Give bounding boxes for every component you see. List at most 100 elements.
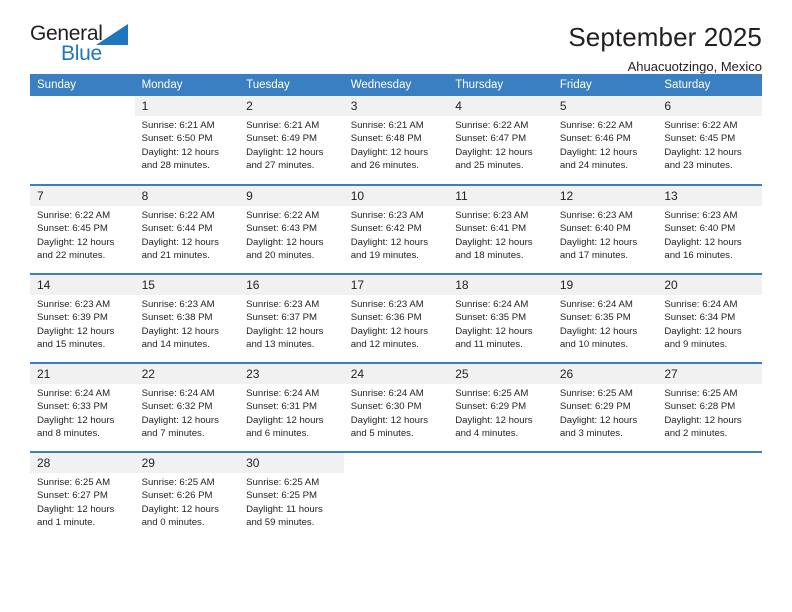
day-cell[interactable]: 9 Sunrise: 6:22 AM Sunset: 6:43 PM Daylight… <box>239 186 344 273</box>
sunset-text: Sunset: 6:48 PM <box>350 133 422 145</box>
day-cell[interactable]: 3 Sunrise: 6:21 AM Sunset: 6:48 PM Daylight… <box>343 96 449 184</box>
day-cell[interactable]: 6 Sunrise: 6:22 AM Sunset: 6:45 PM Daylight… <box>657 96 762 184</box>
daylight-text: Daylight: 12 hours and 21 minutes. <box>141 236 219 262</box>
day-cell[interactable]: 25 Sunrise: 6:25 AM Sunset: 6:29 PM Dayligh… <box>448 364 553 451</box>
daylight-text: Daylight: 12 hours and 3 minutes. <box>559 414 638 440</box>
day-cell[interactable]: 19 Sunrise: 6:24 AM Sunset: 6:35 PM Dayligh… <box>552 275 658 362</box>
day-number: 5 <box>552 96 658 116</box>
sunset-text: Sunset: 6:40 PM <box>664 223 736 235</box>
day-cell[interactable]: 16 Sunrise: 6:23 AM Sunset: 6:37 PM Dayligh… <box>239 275 344 362</box>
calendar-week-row: 1 Sunrise: 6:21 AM Sunset: 6:50 PM Daylight… <box>30 96 762 185</box>
sunset-text: Sunset: 6:50 PM <box>141 133 213 145</box>
sunrise-text: Sunrise: 6:25 AM <box>141 477 215 488</box>
day-cell[interactable]: 30 Sunrise: 6:25 AM Sunset: 6:25 PM Dayligh… <box>239 453 344 541</box>
calendar-cell: 11 Sunrise: 6:23 AM Sunset: 6:41 PM Dayligh… <box>448 184 553 274</box>
sunrise-text: Sunrise: 6:23 AM <box>350 210 424 221</box>
sunset-text: Sunset: 6:39 PM <box>37 312 108 324</box>
day-cell[interactable]: 27 Sunrise: 6:25 AM Sunset: 6:28 PM Dayligh… <box>657 364 762 451</box>
day-cell[interactable]: 13 Sunrise: 6:23 AM Sunset: 6:40 PM Dayligh… <box>657 186 762 273</box>
calendar-cell <box>552 451 658 541</box>
calendar-cell: 19 Sunrise: 6:24 AM Sunset: 6:35 PM Dayligh… <box>552 273 658 363</box>
daylight-text: Daylight: 12 hours and 13 minutes. <box>246 325 324 351</box>
sunrise-text: Sunrise: 6:25 AM <box>246 477 320 488</box>
day-number: 19 <box>552 275 658 295</box>
sunrise-text: Sunrise: 6:24 AM <box>559 299 633 310</box>
day-cell[interactable]: 5 Sunrise: 6:22 AM Sunset: 6:46 PM Daylight… <box>552 96 658 184</box>
day-details: Sunrise: 6:22 AM Sunset: 6:47 PM Daylight:… <box>448 116 553 173</box>
day-cell[interactable]: 2 Sunrise: 6:21 AM Sunset: 6:49 PM Daylight… <box>239 96 344 184</box>
day-cell[interactable]: 14 Sunrise: 6:23 AM Sunset: 6:39 PM Dayligh… <box>30 275 135 362</box>
daylight-text: Daylight: 12 hours and 24 minutes. <box>559 146 638 172</box>
sunset-text: Sunset: 6:30 PM <box>350 401 422 413</box>
day-number: 4 <box>448 96 553 116</box>
calendar-cell <box>657 451 762 541</box>
day-cell[interactable]: 29 Sunrise: 6:25 AM Sunset: 6:26 PM Dayligh… <box>134 453 240 541</box>
day-cell[interactable]: 26 Sunrise: 6:25 AM Sunset: 6:29 PM Dayligh… <box>552 364 658 451</box>
calendar-cell: 18 Sunrise: 6:24 AM Sunset: 6:35 PM Dayligh… <box>448 273 553 363</box>
day-number: 6 <box>657 96 762 116</box>
sunrise-text: Sunrise: 6:24 AM <box>350 388 424 399</box>
sunrise-text: Sunrise: 6:24 AM <box>141 388 215 399</box>
calendar-page: General Blue September 2025 Ahuacuotzing… <box>0 0 792 612</box>
day-cell[interactable]: 11 Sunrise: 6:23 AM Sunset: 6:41 PM Dayligh… <box>448 186 553 273</box>
day-cell[interactable]: 15 Sunrise: 6:23 AM Sunset: 6:38 PM Dayligh… <box>134 275 240 362</box>
sunset-text: Sunset: 6:28 PM <box>664 401 736 413</box>
daylight-text: Daylight: 12 hours and 12 minutes. <box>350 325 429 351</box>
day-cell[interactable]: 28 Sunrise: 6:25 AM Sunset: 6:27 PM Dayligh… <box>30 453 135 541</box>
day-cell[interactable]: 23 Sunrise: 6:24 AM Sunset: 6:31 PM Dayligh… <box>239 364 344 451</box>
sunrise-text: Sunrise: 6:22 AM <box>664 120 738 131</box>
calendar-week-row: 28 Sunrise: 6:25 AM Sunset: 6:27 PM Dayligh… <box>30 451 762 541</box>
day-number <box>30 96 135 116</box>
daylight-text: Daylight: 12 hours and 8 minutes. <box>37 414 115 440</box>
day-cell[interactable]: 20 Sunrise: 6:24 AM Sunset: 6:34 PM Dayligh… <box>657 275 762 362</box>
day-details: Sunrise: 6:22 AM Sunset: 6:45 PM Daylight:… <box>657 116 762 173</box>
day-cell[interactable]: 17 Sunrise: 6:23 AM Sunset: 6:36 PM Dayligh… <box>343 275 449 362</box>
sunrise-text: Sunrise: 6:22 AM <box>37 210 111 221</box>
day-cell[interactable]: 18 Sunrise: 6:24 AM Sunset: 6:35 PM Dayligh… <box>448 275 553 362</box>
sunrise-text: Sunrise: 6:22 AM <box>455 120 529 131</box>
calendar-week-row: 21 Sunrise: 6:24 AM Sunset: 6:33 PM Dayligh… <box>30 362 762 452</box>
sunset-text: Sunset: 6:45 PM <box>37 223 108 235</box>
day-cell[interactable]: 12 Sunrise: 6:23 AM Sunset: 6:40 PM Dayligh… <box>552 186 658 273</box>
weekday-header-wednesday: Wednesday <box>343 74 449 96</box>
daylight-text: Daylight: 12 hours and 18 minutes. <box>455 236 533 262</box>
calendar-cell: 12 Sunrise: 6:23 AM Sunset: 6:40 PM Dayligh… <box>552 184 658 274</box>
calendar-cell: 23 Sunrise: 6:24 AM Sunset: 6:31 PM Dayligh… <box>239 362 344 452</box>
day-cell[interactable]: 24 Sunrise: 6:24 AM Sunset: 6:30 PM Dayligh… <box>343 364 449 451</box>
calendar-cell: 3 Sunrise: 6:21 AM Sunset: 6:48 PM Daylight… <box>343 96 449 185</box>
sunset-text: Sunset: 6:45 PM <box>664 133 736 145</box>
daylight-text: Daylight: 12 hours and 20 minutes. <box>246 236 324 262</box>
day-number: 23 <box>239 364 344 384</box>
day-number: 26 <box>552 364 658 384</box>
sunrise-text: Sunrise: 6:23 AM <box>350 299 424 310</box>
logo-text-blue: Blue <box>61 42 102 65</box>
sunrise-text: Sunrise: 6:22 AM <box>246 210 320 221</box>
daylight-text: Daylight: 12 hours and 19 minutes. <box>350 236 429 262</box>
day-cell[interactable]: 21 Sunrise: 6:24 AM Sunset: 6:33 PM Dayligh… <box>30 364 135 451</box>
day-details: Sunrise: 6:24 AM Sunset: 6:35 PM Daylight:… <box>448 295 553 352</box>
general-blue-logo[interactable]: General Blue <box>30 22 140 68</box>
calendar-cell: 6 Sunrise: 6:22 AM Sunset: 6:45 PM Daylight… <box>657 96 762 185</box>
day-cell[interactable]: 8 Sunrise: 6:22 AM Sunset: 6:44 PM Daylight… <box>134 186 240 273</box>
weekday-header-thursday: Thursday <box>448 74 553 96</box>
calendar-cell: 29 Sunrise: 6:25 AM Sunset: 6:26 PM Dayligh… <box>134 451 240 541</box>
calendar-cell: 1 Sunrise: 6:21 AM Sunset: 6:50 PM Daylight… <box>134 96 240 185</box>
sunset-text: Sunset: 6:35 PM <box>455 312 527 324</box>
day-cell[interactable]: 1 Sunrise: 6:21 AM Sunset: 6:50 PM Daylight… <box>134 96 240 184</box>
calendar-cell: 22 Sunrise: 6:24 AM Sunset: 6:32 PM Dayligh… <box>134 362 240 452</box>
calendar-week-row: 14 Sunrise: 6:23 AM Sunset: 6:39 PM Dayligh… <box>30 273 762 363</box>
empty-day-cell <box>553 453 658 541</box>
sunset-text: Sunset: 6:29 PM <box>559 401 631 413</box>
day-details: Sunrise: 6:24 AM Sunset: 6:33 PM Daylight:… <box>30 384 135 441</box>
sunrise-text: Sunrise: 6:22 AM <box>559 120 633 131</box>
calendar-cell: 17 Sunrise: 6:23 AM Sunset: 6:36 PM Dayligh… <box>343 273 449 363</box>
day-cell[interactable]: 7 Sunrise: 6:22 AM Sunset: 6:45 PM Daylight… <box>30 186 135 273</box>
day-number: 22 <box>134 364 240 384</box>
day-details: Sunrise: 6:22 AM Sunset: 6:45 PM Daylight:… <box>30 206 135 263</box>
daylight-text: Daylight: 11 hours and 59 minutes. <box>246 503 323 529</box>
day-cell[interactable]: 4 Sunrise: 6:22 AM Sunset: 6:47 PM Daylight… <box>448 96 553 184</box>
day-cell[interactable]: 22 Sunrise: 6:24 AM Sunset: 6:32 PM Dayligh… <box>134 364 240 451</box>
day-cell[interactable]: 10 Sunrise: 6:23 AM Sunset: 6:42 PM Dayligh… <box>343 186 449 273</box>
day-details: Sunrise: 6:25 AM Sunset: 6:28 PM Daylight:… <box>657 384 762 441</box>
day-number: 8 <box>134 186 240 206</box>
